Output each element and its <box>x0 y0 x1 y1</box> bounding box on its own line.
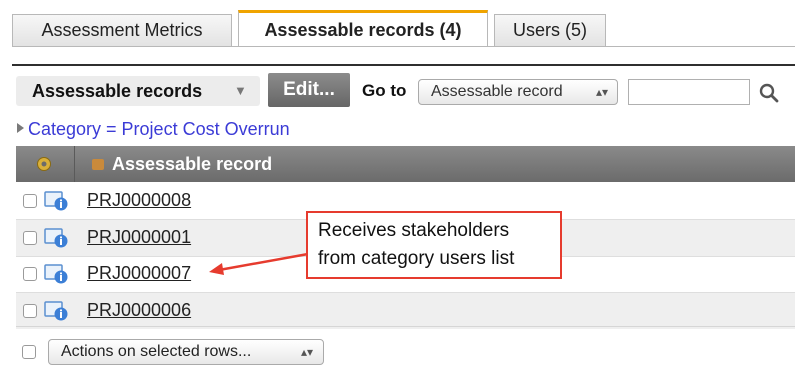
record-type-icon <box>92 159 104 170</box>
tab-users[interactable]: Users (5) <box>494 14 606 46</box>
tab-label: Assessable records (4) <box>264 20 462 40</box>
record-link[interactable]: PRJ0000001 <box>87 227 191 248</box>
search-icon[interactable] <box>758 82 780 104</box>
column-settings-cell[interactable] <box>16 146 75 182</box>
footer-divider <box>16 326 795 327</box>
annotation-callout: Receives stakeholders from category user… <box>306 211 562 279</box>
record-info-icon[interactable] <box>44 300 70 322</box>
callout-arrow <box>209 252 309 275</box>
list-title-menu[interactable]: Assessable records ▼ <box>16 76 260 106</box>
search-input[interactable] <box>628 79 750 105</box>
row-checkbox[interactable] <box>23 267 37 281</box>
filter-condition[interactable]: Category = Project Cost Overrun <box>28 119 290 140</box>
row-checkbox[interactable] <box>23 231 37 245</box>
select-all-checkbox[interactable] <box>22 345 36 359</box>
tab-assessment-metrics[interactable]: Assessment Metrics <box>12 14 232 46</box>
table-row: PRJ0000006 <box>16 293 795 329</box>
record-info-icon[interactable] <box>44 190 70 212</box>
expand-arrow-icon[interactable] <box>17 123 24 133</box>
tab-assessable-records[interactable]: Assessable records (4) <box>238 10 488 46</box>
record-link[interactable]: PRJ0000006 <box>87 300 191 321</box>
tab-label: Assessment Metrics <box>41 20 203 40</box>
tab-label: Users (5) <box>512 20 587 40</box>
column-header-assessable-record[interactable]: Assessable record <box>112 146 272 182</box>
table-header: Assessable record <box>16 146 795 182</box>
record-info-icon[interactable] <box>44 263 70 285</box>
record-link[interactable]: PRJ0000007 <box>87 263 191 284</box>
goto-select-value: Assessable record <box>431 83 563 100</box>
callout-line-2: from category users list <box>318 248 515 269</box>
updown-arrows-icon: ▴▾ <box>300 345 313 359</box>
goto-select[interactable]: Assessable record ▴▾ <box>418 79 618 105</box>
callout-line-1: Receives stakeholders <box>318 220 510 241</box>
edit-button[interactable]: Edit... <box>268 73 350 107</box>
row-checkbox[interactable] <box>23 194 37 208</box>
goto-label: Go to <box>362 81 407 100</box>
row-checkbox[interactable] <box>23 304 37 318</box>
record-link[interactable]: PRJ0000008 <box>87 190 191 211</box>
actions-select-value: Actions on selected rows... <box>61 343 252 360</box>
list-title: Assessable records <box>32 81 203 101</box>
gear-icon[interactable] <box>35 155 53 173</box>
toolbar-divider <box>12 64 795 66</box>
updown-arrows-icon: ▴▾ <box>595 85 608 99</box>
chevron-down-icon: ▼ <box>234 83 247 98</box>
record-info-icon[interactable] <box>44 227 70 249</box>
tab-divider <box>12 46 795 47</box>
actions-select[interactable]: Actions on selected rows... ▴▾ <box>48 339 324 365</box>
